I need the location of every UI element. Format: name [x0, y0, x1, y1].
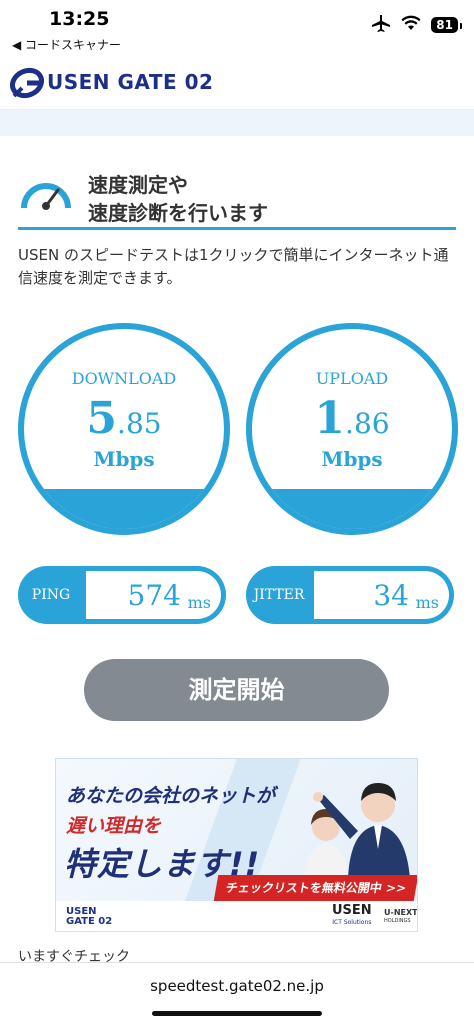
logo-text[interactable]: USEN GATE 02 — [47, 70, 213, 94]
banner-people-illustration — [278, 769, 417, 879]
battery-indicator: 81 — [431, 17, 462, 33]
banner-headline-1: あなたの会社のネットが — [66, 785, 276, 807]
status-bar: 13:25 ◀ コードスキャナー 81 — [0, 0, 474, 56]
upload-meter-fill — [252, 489, 452, 529]
download-value-dec: .85 — [117, 407, 162, 440]
status-time: 13:25 — [49, 8, 110, 30]
promo-banner[interactable]: あなたの会社のネットが 遅い理由を 特定します!! チェックリストを無料公開中 … — [55, 758, 418, 932]
jitter-value: 34 — [373, 579, 409, 612]
url-text[interactable]: speedtest.gate02.ne.jp — [0, 977, 474, 995]
upload-meter: UPLOAD 1.86 Mbps — [246, 323, 458, 535]
banner-logo-usen-sub: ICT Solutions — [332, 919, 372, 926]
ping-display: PING 574 ms — [18, 566, 226, 624]
download-value: 5.85 — [24, 393, 224, 444]
banner-logo-usen: USEN ICT Solutions — [332, 903, 372, 929]
banner-cta[interactable]: チェックリストを無料公開中 >> — [213, 875, 417, 901]
upload-value-int: 1 — [314, 393, 346, 444]
section-title-line1: 速度測定や — [88, 173, 188, 197]
description-text: USEN のスピードテストは1クリックで簡単にインターネット通信速度を測定できま… — [18, 246, 449, 287]
header-band — [0, 110, 474, 136]
download-meter-fill — [24, 489, 224, 529]
browser-url-bar[interactable]: speedtest.gate02.ne.jp — [0, 962, 474, 1024]
section-title: 速度測定や 速度診断を行います — [88, 171, 268, 227]
site-header: USEN GATE 02 — [0, 56, 474, 110]
ping-unit: ms — [187, 593, 211, 612]
download-label: DOWNLOAD — [71, 369, 177, 388]
download-meter: DOWNLOAD 5.85 Mbps — [18, 323, 230, 535]
status-icons: 81 — [371, 14, 462, 36]
airplane-icon — [371, 14, 391, 36]
download-unit: Mbps — [93, 447, 155, 471]
upload-label: UPLOAD — [315, 369, 389, 388]
ping-label: PING — [31, 587, 71, 603]
download-value-int: 5 — [86, 393, 118, 444]
home-indicator — [152, 1011, 322, 1016]
wifi-icon — [401, 15, 421, 35]
upload-value-dec: .86 — [345, 407, 390, 440]
ping-value: 574 — [127, 579, 181, 612]
jitter-unit: ms — [415, 593, 439, 612]
banner-logo-gate02-line2: GATE 02 — [66, 916, 113, 927]
jitter-value-box: 34 ms — [314, 571, 449, 619]
usen-logo-icon[interactable] — [9, 66, 45, 100]
jitter-label: JITTER — [253, 587, 305, 603]
banner-footer: USEN GATE 02 USEN ICT Solutions U-NEXT H… — [56, 901, 418, 931]
banner-logo-gate02: USEN GATE 02 — [66, 907, 112, 927]
speedometer-icon — [18, 172, 74, 214]
upload-value: 1.86 — [252, 393, 452, 444]
title-underline — [18, 227, 456, 230]
ping-value-box: 574 ms — [86, 571, 221, 619]
banner-headline-2: 遅い理由を — [66, 815, 162, 837]
section-title-line2: 速度診断を行います — [88, 201, 268, 225]
back-to-app-link[interactable]: ◀ コードスキャナー — [12, 36, 121, 53]
jitter-display: JITTER 34 ms — [246, 566, 454, 624]
banner-logo-unext: U-NEXT HOLDINGS — [384, 908, 418, 925]
banner-logo-usen-text: USEN — [332, 903, 372, 918]
upload-unit: Mbps — [321, 447, 383, 471]
start-measurement-button[interactable]: 測定開始 — [84, 659, 389, 721]
banner-logo-unext-line2: HOLDINGS — [384, 918, 411, 924]
banner-logo-unext-line1: U-NEXT — [384, 908, 418, 917]
